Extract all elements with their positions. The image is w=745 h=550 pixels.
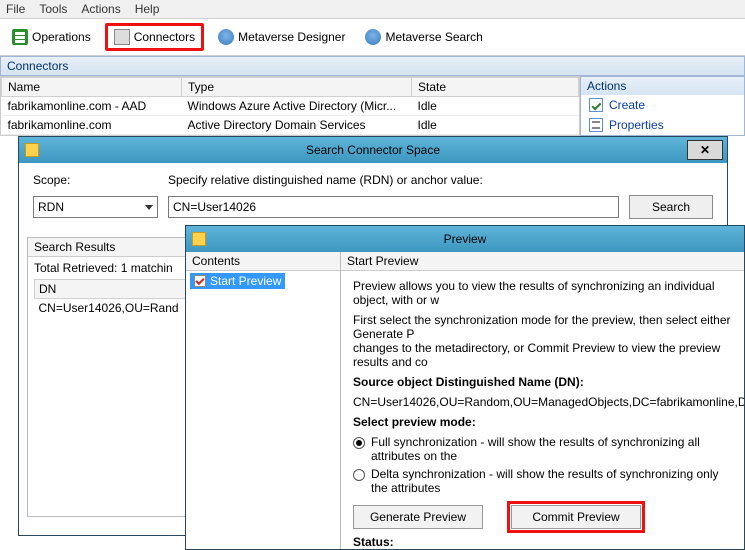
window-icon: [25, 143, 39, 157]
operations-label: Operations: [32, 30, 91, 44]
tree-start-preview[interactable]: Start Preview: [190, 273, 285, 289]
check-icon: [194, 275, 206, 287]
connectors-label: Connectors: [134, 30, 195, 44]
status-label: Status:: [353, 535, 394, 549]
metaverse-search-label: Metaverse Search: [385, 30, 482, 44]
menu-tools[interactable]: Tools: [39, 2, 67, 16]
table-row[interactable]: fabrikamonline.com Active Directory Doma…: [2, 116, 579, 135]
close-button[interactable]: ✕: [687, 140, 723, 160]
generate-preview-button[interactable]: Generate Preview: [353, 505, 483, 529]
menu-file[interactable]: File: [6, 2, 25, 16]
preview-blurb: Preview allows you to view the results o…: [353, 279, 732, 307]
contents-tree: Contents Start Preview: [186, 252, 341, 549]
actions-panel: Actions Create Properties: [580, 76, 745, 136]
chevron-down-icon: [145, 205, 153, 210]
table-row[interactable]: fabrikamonline.com - AAD Windows Azure A…: [2, 97, 579, 116]
main-split: Name Type State fabrikamonline.com - AAD…: [0, 76, 745, 136]
toolbar: Operations Connectors Metaverse Designer…: [0, 19, 745, 56]
operations-icon: [12, 29, 28, 45]
connectors-button[interactable]: Connectors: [105, 23, 204, 51]
contents-header: Contents: [186, 252, 340, 271]
dn-label: Source object Distinguished Name (DN):: [353, 375, 584, 389]
scs-titlebar[interactable]: Search Connector Space ✕: [19, 137, 727, 163]
menu-bar: File Tools Actions Help: [0, 0, 745, 19]
radio-icon: [353, 437, 365, 449]
operations-button[interactable]: Operations: [6, 23, 97, 51]
preview-blurb: First select the synchronization mode fo…: [353, 313, 732, 369]
radio-full-sync[interactable]: Full synchronization - will show the res…: [353, 435, 732, 463]
col-type[interactable]: Type: [182, 78, 412, 97]
scs-title: Search Connector Space: [306, 143, 440, 157]
search-button[interactable]: Search: [629, 195, 713, 219]
connectors-grid[interactable]: Name Type State fabrikamonline.com - AAD…: [0, 76, 580, 136]
window-icon: [192, 232, 206, 246]
properties-icon: [589, 118, 603, 132]
preview-pane: Start Preview Preview allows you to view…: [341, 252, 744, 549]
col-name[interactable]: Name: [2, 78, 182, 97]
actions-title: Actions: [581, 77, 744, 95]
menu-help[interactable]: Help: [135, 2, 160, 16]
commit-preview-button[interactable]: Commit Preview: [511, 505, 641, 529]
preview-window: Preview Contents Start Preview Start Pre…: [185, 225, 745, 550]
connectors-icon: [114, 29, 130, 45]
metaverse-search-button[interactable]: Metaverse Search: [359, 23, 488, 51]
mode-label: Select preview mode:: [353, 415, 476, 429]
rdn-input[interactable]: CN=User14026: [168, 196, 619, 218]
radio-icon: [353, 469, 365, 481]
scope-label: Scope:: [33, 173, 158, 187]
col-state[interactable]: State: [412, 78, 579, 97]
preview-titlebar[interactable]: Preview: [186, 226, 744, 252]
start-preview-header: Start Preview: [341, 252, 744, 271]
metaverse-designer-icon: [218, 29, 234, 45]
metaverse-designer-label: Metaverse Designer: [238, 30, 345, 44]
connectors-panel-title: Connectors: [0, 56, 745, 76]
radio-delta-sync[interactable]: Delta synchronization - will show the re…: [353, 467, 732, 495]
metaverse-designer-button[interactable]: Metaverse Designer: [212, 23, 351, 51]
scope-select[interactable]: RDN: [33, 196, 158, 218]
preview-title: Preview: [444, 232, 487, 246]
create-icon: [589, 98, 603, 112]
menu-actions[interactable]: Actions: [81, 2, 120, 16]
dn-value: CN=User14026,OU=Random,OU=ManagedObjects…: [353, 395, 732, 409]
metaverse-search-icon: [365, 29, 381, 45]
action-properties[interactable]: Properties: [581, 115, 744, 135]
scope-instruction: Specify relative distinguished name (RDN…: [168, 173, 483, 187]
action-create[interactable]: Create: [581, 95, 744, 115]
